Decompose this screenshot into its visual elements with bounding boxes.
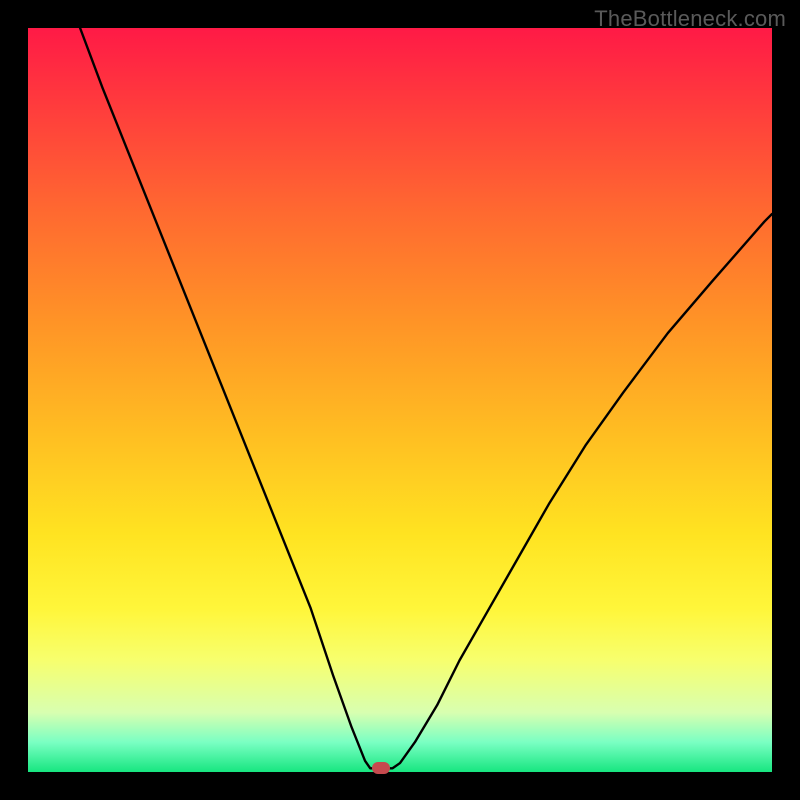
plot-area (28, 28, 772, 772)
watermark-text: TheBottleneck.com (594, 6, 786, 32)
bottleneck-curve (28, 28, 772, 772)
optimal-point-marker (372, 762, 390, 774)
chart-frame: TheBottleneck.com (0, 0, 800, 800)
